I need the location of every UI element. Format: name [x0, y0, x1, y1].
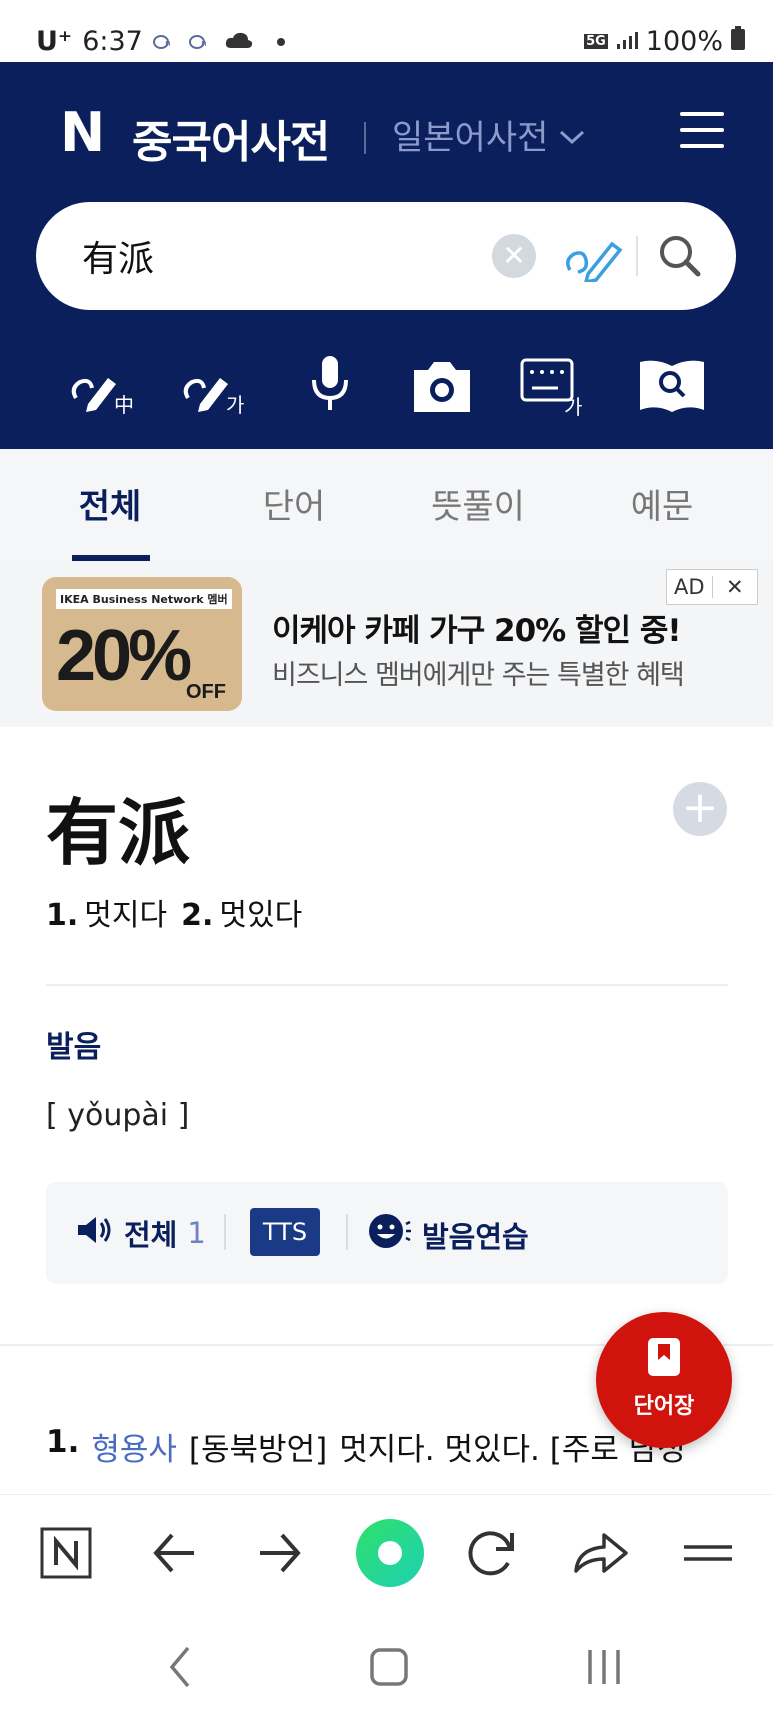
- svg-text:中: 中: [114, 393, 134, 416]
- wordbook-label: 단어장: [633, 1394, 695, 1419]
- part-of-speech-link[interactable]: 형용사: [91, 1424, 177, 1469]
- link-icon: n: [188, 26, 215, 57]
- network-label: 5G: [584, 34, 608, 49]
- svg-text:n: n: [165, 39, 171, 49]
- search-icon[interactable]: [654, 230, 706, 282]
- camera-icon[interactable]: [406, 354, 478, 416]
- entry-headword: 有派: [46, 791, 191, 875]
- time-label: 6:37: [82, 26, 143, 57]
- status-bar: U⁺ 6:37 n n 5G 100%: [0, 0, 773, 62]
- ad-image-label: IKEA Business Network 멤버: [56, 589, 232, 609]
- ad-image: IKEA Business Network 멤버 20% OFF: [42, 577, 242, 711]
- handwriting-chinese-icon[interactable]: 中: [70, 354, 142, 417]
- green-dot-icon[interactable]: [348, 1511, 432, 1595]
- book-search-icon[interactable]: [636, 354, 708, 416]
- search-separator: [636, 236, 638, 276]
- system-home-icon[interactable]: [360, 1642, 420, 1692]
- tab-example[interactable]: 예문: [582, 479, 742, 528]
- dot-icon: [276, 37, 285, 46]
- system-recents-icon[interactable]: [576, 1642, 636, 1692]
- svg-text:가: 가: [564, 395, 582, 416]
- carrier-label: U⁺: [36, 26, 73, 57]
- separator: [224, 1214, 226, 1250]
- menu-button[interactable]: [680, 112, 724, 152]
- ad-close-button[interactable]: ✕: [713, 575, 758, 599]
- play-all-button[interactable]: 전체 1: [76, 1212, 206, 1254]
- tab-meaning[interactable]: 뜻풀이: [398, 479, 558, 528]
- ad-image-off: OFF: [186, 681, 226, 703]
- ad-title: 이케아 카페 가구 20% 할인 중!: [272, 613, 681, 649]
- title-separator: [364, 122, 366, 154]
- cloud-icon: [225, 26, 253, 57]
- region-label: [동북방언]: [188, 1432, 328, 1468]
- battery-label: 100%: [645, 26, 723, 57]
- switch-label: 일본어사전: [392, 118, 549, 158]
- forward-arrow-icon[interactable]: [248, 1521, 312, 1585]
- definition-number: 1.: [46, 1424, 80, 1460]
- practice-label: 발음연습: [422, 1219, 529, 1254]
- ad-image-percent: 20%: [56, 616, 192, 696]
- ad-banner[interactable]: IKEA Business Network 멤버 20% OFF 이케아 카페 …: [0, 561, 773, 727]
- chevron-down-icon: [558, 115, 586, 155]
- menu-icon[interactable]: [676, 1521, 740, 1585]
- play-all-count: 1: [187, 1216, 206, 1250]
- play-all-label: 전체: [124, 1218, 178, 1252]
- link-icon: n: [152, 26, 179, 57]
- pronunciation-practice-button[interactable]: 발음연습: [368, 1212, 529, 1257]
- separator: [346, 1214, 348, 1250]
- pronunciation-title: 발음: [46, 1030, 102, 1065]
- system-back-icon[interactable]: [152, 1642, 212, 1692]
- svg-text:가: 가: [226, 393, 244, 416]
- pronunciation-box: 전체 1 TTS 발음연습: [46, 1182, 728, 1284]
- dictionary-switch[interactable]: 일본어사전: [392, 110, 586, 159]
- ad-label: AD: [673, 575, 705, 599]
- browser-toolbar: [0, 1494, 773, 1614]
- smile-speak-icon: [368, 1212, 412, 1257]
- ad-subtitle: 비즈니스 멤버에게만 주는 특별한 혜택: [272, 660, 685, 691]
- handwriting-korean-icon[interactable]: 가: [182, 354, 254, 417]
- naver-home-icon[interactable]: [34, 1521, 98, 1585]
- share-icon[interactable]: [568, 1521, 632, 1585]
- tab-all[interactable]: 전체: [30, 479, 190, 528]
- speaker-icon: [76, 1214, 114, 1253]
- meaning-number: 2.: [181, 898, 214, 933]
- bookmark-icon: [648, 1338, 680, 1380]
- clear-button[interactable]: ✕: [492, 234, 536, 278]
- naver-logo[interactable]: N: [60, 106, 108, 160]
- definition-item: 1. 형용사 [동북방언] 멋지다. 멋있다. [주로 남성: [46, 1424, 686, 1469]
- ad-badge: AD ✕: [666, 569, 758, 605]
- system-navigation-bar: [0, 1614, 773, 1718]
- svg-text:n: n: [201, 39, 207, 49]
- dictionary-header: N 중국어사전 일본어사전 ✕ 中 가 가: [0, 62, 773, 449]
- meaning-number: 1.: [46, 898, 79, 933]
- pinyin-text: [ yǒupài ]: [46, 1098, 190, 1133]
- input-tools: 中 가 가: [0, 354, 773, 419]
- search-bar: ✕: [36, 202, 736, 310]
- microphone-icon[interactable]: [294, 354, 366, 416]
- refresh-icon[interactable]: [460, 1521, 524, 1585]
- add-to-wordbook-button[interactable]: +: [673, 782, 727, 836]
- meaning-text: 멋지다: [84, 898, 168, 933]
- tts-button[interactable]: TTS: [250, 1208, 320, 1256]
- meaning-text: 멋있다: [219, 898, 303, 933]
- divider: [46, 984, 728, 986]
- back-arrow-icon[interactable]: [142, 1521, 206, 1585]
- wordbook-fab[interactable]: 단어장: [596, 1312, 732, 1448]
- battery-icon: [731, 26, 745, 57]
- entry-meanings: 1. 멋지다 2. 멋있다: [46, 890, 302, 934]
- tab-word[interactable]: 단어: [214, 479, 374, 528]
- keyboard-korean-icon[interactable]: 가: [518, 354, 590, 419]
- signal-icon: [616, 26, 638, 57]
- result-tabs: 전체 단어 뜻풀이 예문: [0, 449, 773, 561]
- handwriting-icon[interactable]: [564, 230, 624, 285]
- search-input[interactable]: [82, 230, 462, 282]
- page-title[interactable]: 중국어사전: [132, 106, 330, 170]
